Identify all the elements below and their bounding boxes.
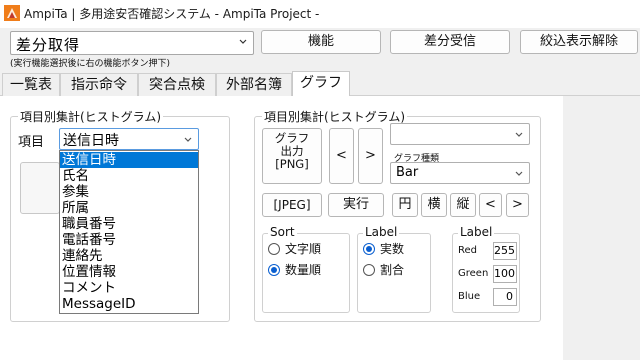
- tab-instructions[interactable]: 指示命令: [60, 73, 138, 96]
- ampita-logo-icon: [4, 5, 20, 21]
- blue-input[interactable]: 0: [493, 288, 517, 306]
- hidden-button[interactable]: [20, 162, 60, 214]
- tab-reconcile[interactable]: 突合点検: [138, 73, 216, 96]
- item-dropdown-list: 送信日時 氏名 参集 所属 職員番号 電話番号 連絡先 位置情報 コメント Me…: [59, 150, 199, 314]
- item-option[interactable]: 所属: [60, 200, 198, 216]
- chevron-down-icon: [239, 39, 247, 44]
- item-select[interactable]: 送信日時: [59, 128, 199, 150]
- sort-quantity-radio[interactable]: [268, 264, 280, 276]
- chevron-down-icon: [515, 132, 523, 137]
- run-button[interactable]: 実行: [328, 193, 384, 217]
- scroll-right-button[interactable]: >: [506, 193, 529, 217]
- chevron-down-icon: [515, 171, 523, 176]
- vertical-bar-button[interactable]: 縦: [450, 193, 476, 217]
- diff-receive-button[interactable]: 差分受信: [390, 30, 510, 54]
- item-option[interactable]: MessageID: [60, 296, 198, 312]
- graph-source-combo[interactable]: [390, 123, 530, 145]
- window-title: AmpiTa | 多用途安否確認システム - AmpiTa Project -: [24, 7, 320, 21]
- blue-label: Blue: [458, 291, 481, 302]
- item-option[interactable]: 電話番号: [60, 232, 198, 248]
- item-option[interactable]: 氏名: [60, 168, 198, 184]
- chevron-down-icon: [184, 137, 192, 142]
- label-ratio-radio[interactable]: [363, 264, 375, 276]
- sort-quantity-label: 数量順: [285, 263, 322, 277]
- label-ratio-label: 割合: [380, 263, 405, 277]
- label-mode-title: Label: [363, 225, 400, 239]
- scroll-left-button[interactable]: <: [479, 193, 502, 217]
- green-label: Green: [458, 268, 489, 279]
- item-option[interactable]: 参集: [60, 184, 198, 200]
- sort-group-title: Sort: [268, 225, 297, 239]
- red-label: Red: [458, 245, 477, 256]
- label-count-radio[interactable]: [363, 243, 375, 255]
- pie-chart-button[interactable]: 円: [392, 193, 418, 217]
- function-button[interactable]: 機能: [261, 30, 381, 54]
- graph-type-combo[interactable]: Bar: [390, 162, 530, 184]
- item-label: 項目: [18, 135, 45, 150]
- item-select-value: 送信日時: [63, 133, 119, 149]
- function-select[interactable]: 差分取得: [10, 31, 254, 55]
- title-bar: AmpiTa | 多用途安否確認システム - AmpiTa Project -: [0, 0, 640, 28]
- next-button[interactable]: >: [358, 128, 383, 184]
- clear-filter-button[interactable]: 絞込表示解除: [520, 30, 638, 54]
- red-input[interactable]: 255: [493, 242, 517, 260]
- label-color-title: Label: [458, 225, 495, 239]
- horizontal-bar-button[interactable]: 横: [421, 193, 447, 217]
- left-group-title: 項目別集計(ヒストグラム): [18, 108, 164, 125]
- right-group-title: 項目別集計(ヒストグラム): [262, 108, 408, 125]
- label-count-label: 実数: [380, 242, 405, 256]
- sort-alpha-label: 文字順: [285, 242, 322, 256]
- jpeg-output-button[interactable]: [JPEG]: [262, 193, 322, 217]
- tab-list[interactable]: 一覧表: [2, 73, 60, 96]
- green-input[interactable]: 100: [493, 265, 517, 283]
- function-select-value: 差分取得: [16, 36, 81, 54]
- tab-external-roster[interactable]: 外部名簿: [216, 73, 292, 96]
- item-option[interactable]: 送信日時: [60, 152, 198, 168]
- sort-alpha-radio[interactable]: [268, 243, 280, 255]
- tab-graph[interactable]: グラフ: [292, 71, 350, 97]
- item-option[interactable]: 職員番号: [60, 216, 198, 232]
- item-option[interactable]: 位置情報: [60, 264, 198, 280]
- item-option[interactable]: 連絡先: [60, 248, 198, 264]
- function-hint: (実行機能選択後に右の機能ボタン押下): [10, 59, 171, 69]
- item-option[interactable]: コメント: [60, 280, 198, 296]
- tab-strip: 一覧表 指示命令 突合点検 外部名簿 グラフ: [0, 71, 640, 97]
- prev-button[interactable]: <: [329, 128, 354, 184]
- graph-output-png-button[interactable]: グラフ 出力 [PNG]: [262, 128, 322, 184]
